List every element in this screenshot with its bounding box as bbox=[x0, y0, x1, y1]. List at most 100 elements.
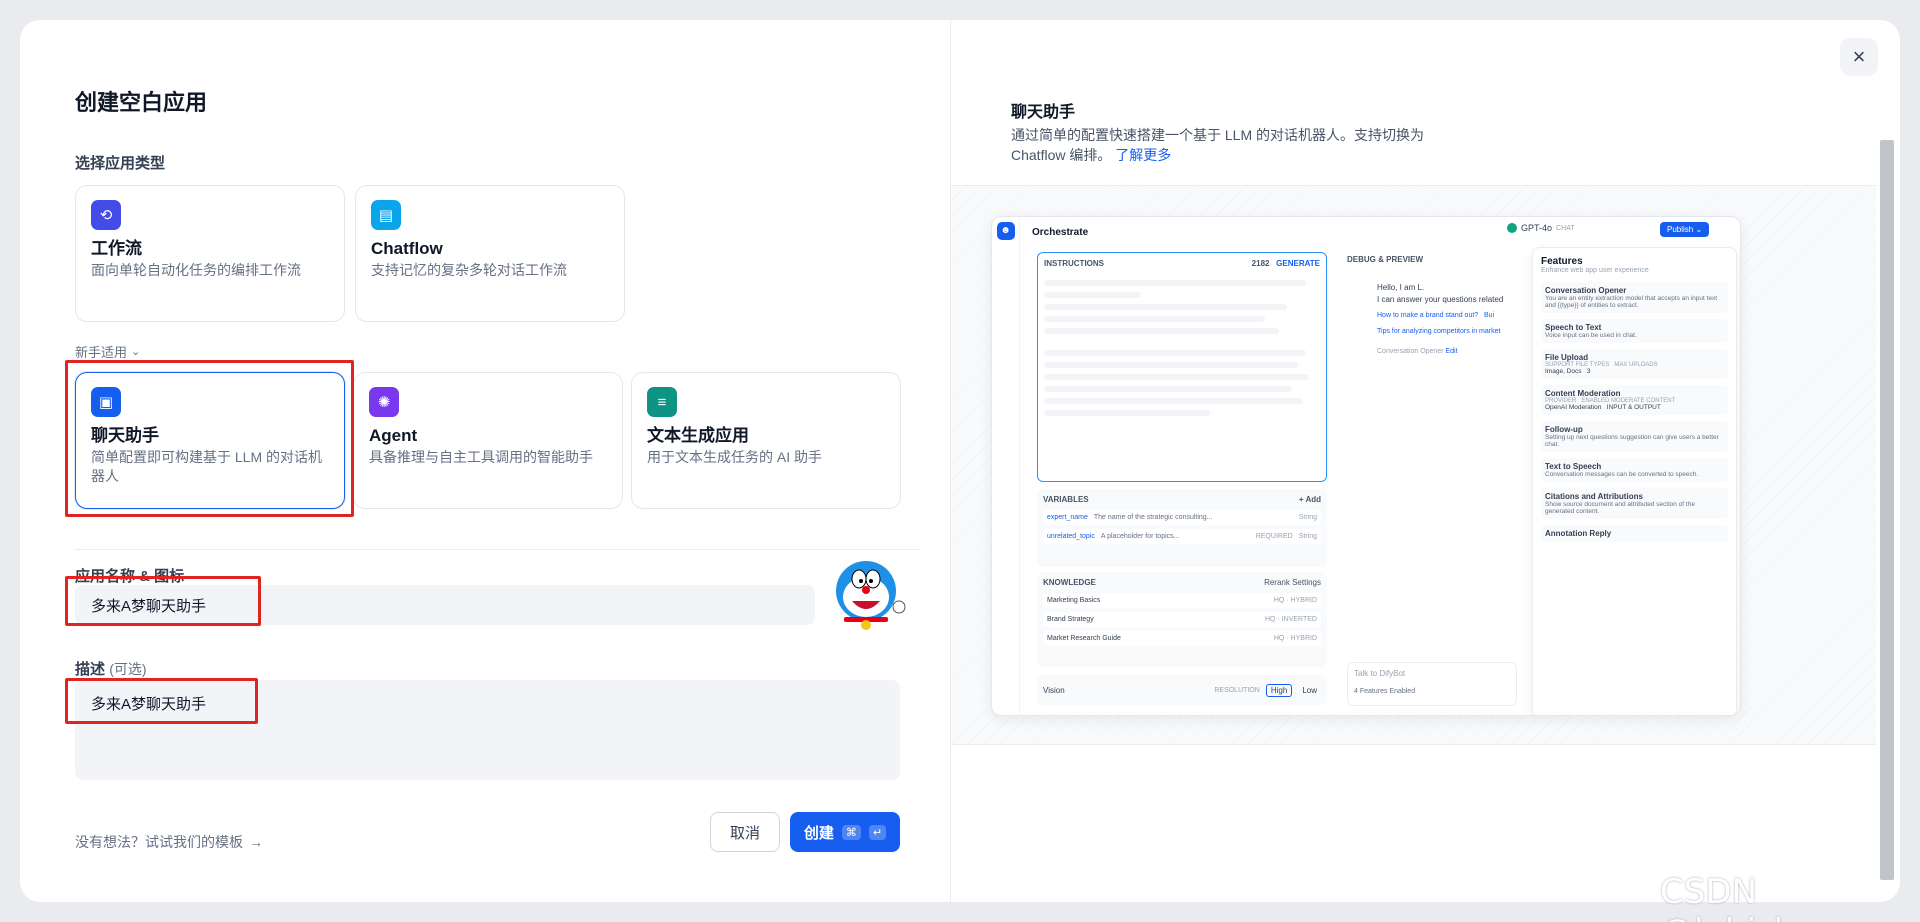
enter-key: ↵ bbox=[868, 824, 887, 840]
app-type-agent-card[interactable]: ✺ Agent 具备推理与自主工具调用的智能助手 bbox=[353, 372, 623, 509]
preview-model-name: GPT-4o bbox=[1521, 223, 1553, 233]
description-value: 多来A梦聊天助手 bbox=[91, 696, 207, 713]
dialog-preview-panel: 聊天助手 通过简单的配置快速搭建一个基于 LLM 的对话机器人。支持切换为 Ch… bbox=[950, 20, 1900, 902]
preview-f7d: Show source document and attributed sect… bbox=[1545, 501, 1695, 515]
app-type-chatbot-card[interactable]: ▣ 聊天助手 简单配置即可构建基于 LLM 的对话机器人 bbox=[75, 372, 345, 509]
preview-var2-req: REQUIRED bbox=[1255, 533, 1293, 540]
preview-count: 2182 bbox=[1251, 259, 1270, 268]
preview-hello: Hello, I am L. bbox=[1377, 283, 1425, 292]
arrow-right-icon: → bbox=[249, 834, 263, 850]
preview-f3c: MAX UPLOADS bbox=[1614, 362, 1658, 368]
dialog-title: 创建空白应用 bbox=[75, 90, 208, 115]
card-name: 工作流 bbox=[91, 239, 142, 258]
preview-f7: Citations and Attributions bbox=[1545, 492, 1643, 501]
preview-variables-label: VARIABLES bbox=[1043, 495, 1089, 504]
card-name: 文本生成应用 bbox=[647, 426, 749, 445]
close-button[interactable]: × bbox=[1840, 38, 1878, 76]
card-name: 聊天助手 bbox=[91, 426, 159, 445]
preview-vision-label: Vision bbox=[1043, 685, 1065, 695]
preview-f2: Speech to Text bbox=[1545, 323, 1602, 332]
cancel-button[interactable]: 取消 bbox=[710, 812, 780, 852]
desc-optional: (可选) bbox=[109, 661, 147, 677]
preview-f3: File Upload bbox=[1545, 353, 1589, 362]
preview-f6: Text to Speech bbox=[1545, 462, 1602, 471]
desc-label: 描述 (可选) bbox=[75, 658, 147, 679]
preview-desc-text: 通过简单的配置快速搭建一个基于 LLM 的对话机器人。支持切换为 Chatflo… bbox=[1011, 127, 1425, 163]
description-textarea[interactable]: 多来A梦聊天助手 bbox=[75, 680, 900, 780]
app-type-workflow-card[interactable]: ⟲ 工作流 面向单轮自动化任务的编排工作流 bbox=[75, 185, 345, 322]
preview-add: + Add bbox=[1298, 495, 1321, 504]
preview-k1: Marketing Basics bbox=[1047, 597, 1101, 604]
preview-chat: Hello, I am L. I can answer your questio… bbox=[1377, 282, 1503, 358]
preview-knowledge-label: KNOWLEDGE bbox=[1043, 578, 1096, 587]
openai-icon bbox=[1507, 223, 1517, 233]
preview-var1: expert_name bbox=[1047, 514, 1088, 521]
preview-f2d: Voice input can be used in chat. bbox=[1545, 332, 1637, 339]
divider bbox=[75, 549, 920, 550]
preview-f5d: Setting up next questions suggestion can… bbox=[1545, 434, 1719, 448]
preview-rail: ☻ bbox=[992, 217, 1020, 715]
card-desc: 支持记忆的复杂多轮对话工作流 bbox=[371, 262, 567, 278]
app-name-value: 多来A梦聊天助手 bbox=[91, 597, 207, 615]
chevron-down-icon: ⌄ bbox=[131, 346, 141, 358]
app-name-input[interactable]: 多来A梦聊天助手 bbox=[75, 585, 815, 625]
learn-more-link[interactable]: 了解更多 bbox=[1115, 147, 1171, 163]
create-button[interactable]: 创建 ⌘ ↵ bbox=[790, 812, 900, 852]
preview-k3-tag: HQ · HYBRID bbox=[1273, 635, 1317, 642]
preview-publish-button: Publish ⌄ bbox=[1660, 222, 1710, 237]
preview-f3b: Image, Docs bbox=[1545, 368, 1582, 375]
preview-desc: 通过简单的配置快速搭建一个基于 LLM 的对话机器人。支持切换为 Chatflo… bbox=[1011, 125, 1481, 165]
preview-f4e: INPUT & OUTPUT bbox=[1606, 404, 1661, 411]
preview-f3e: 3 bbox=[1586, 368, 1591, 375]
preview-high: High bbox=[1265, 683, 1293, 697]
preview-var2-desc: A placeholder for topics... bbox=[1100, 533, 1180, 540]
preview-f8: Annotation Reply bbox=[1545, 529, 1612, 538]
preview-talk: Talk to DifyBot bbox=[1354, 669, 1406, 678]
preview-k1-tag: HQ · HYBRID bbox=[1273, 597, 1317, 604]
bot-icon: ☻ bbox=[996, 222, 1015, 240]
watermark: CSDN @lgbisha bbox=[1660, 872, 1816, 922]
preview-var2-type: String bbox=[1298, 533, 1317, 540]
preview-opener: Conversation Opener bbox=[1377, 348, 1444, 355]
app-avatar[interactable] bbox=[828, 555, 908, 635]
preview-low: Low bbox=[1302, 685, 1317, 695]
preview-title: 聊天助手 bbox=[1011, 104, 1076, 121]
preview-f4: Content Moderation bbox=[1545, 389, 1621, 398]
command-key: ⌘ bbox=[841, 824, 861, 840]
scrollbar[interactable] bbox=[1880, 140, 1894, 880]
preview-var2: unrelated_topic bbox=[1047, 533, 1095, 540]
preview-f1: Conversation Opener bbox=[1545, 286, 1627, 295]
desc-label-text: 描述 bbox=[75, 661, 106, 678]
beginner-label: 新手适用 bbox=[75, 345, 128, 360]
preview-publish-label: Publish bbox=[1667, 225, 1694, 234]
chatflow-icon: ▤ bbox=[371, 200, 401, 230]
preview-vision: Vision RESOLUTION High Low bbox=[1037, 675, 1327, 705]
template-link[interactable]: 没有想法？试试我们的模板 → bbox=[75, 832, 263, 852]
preview-generate: GENERATE bbox=[1276, 259, 1320, 268]
preview-q1b: Bui bbox=[1484, 312, 1495, 319]
preview-image-area: ☻ Orchestrate GPT-4o CHAT Publish ⌄ INST… bbox=[951, 185, 1876, 745]
create-app-dialog: 创建空白应用 选择应用类型 ⟲ 工作流 面向单轮自动化任务的编排工作流 ▤ Ch… bbox=[20, 20, 1900, 902]
beginner-toggle[interactable]: 新手适用 ⌄ bbox=[75, 342, 140, 361]
app-type-label: 选择应用类型 bbox=[75, 155, 166, 172]
preview-variables: VARIABLES + Add expert_name The name of … bbox=[1037, 489, 1327, 567]
preview-rerank: Rerank Settings bbox=[1264, 578, 1321, 587]
preview-hello2: I can answer your questions related bbox=[1377, 295, 1504, 304]
preview-k3: Market Research Guide bbox=[1047, 635, 1121, 642]
preview-var1-type: String bbox=[1298, 514, 1317, 521]
preview-screenshot: ☻ Orchestrate GPT-4o CHAT Publish ⌄ INST… bbox=[991, 216, 1741, 716]
preview-q2: Tips for analyzing competitors in market bbox=[1377, 328, 1501, 335]
app-type-text-generation-card[interactable]: ≡ 文本生成应用 用于文本生成任务的 AI 助手 bbox=[631, 372, 901, 509]
preview-edit: Edit bbox=[1445, 348, 1458, 355]
preview-model: GPT-4o CHAT bbox=[1507, 223, 1575, 233]
cancel-label: 取消 bbox=[729, 824, 760, 842]
template-link-text: 没有想法？试试我们的模板 bbox=[75, 834, 243, 850]
card-name: Chatflow bbox=[371, 239, 443, 258]
chatbot-icon: ▣ bbox=[91, 387, 121, 417]
preview-var1-desc: The name of the strategic consulting... bbox=[1093, 514, 1213, 521]
app-type-chatflow-card[interactable]: ▤ Chatflow 支持记忆的复杂多轮对话工作流 bbox=[355, 185, 625, 322]
preview-f6d: Conversation messages can be converted t… bbox=[1545, 471, 1699, 478]
preview-features-enabled: 4 Features Enabled bbox=[1354, 688, 1416, 695]
name-icon-label: 应用名称 & 图标 bbox=[75, 568, 185, 585]
preview-orchestrate: Orchestrate bbox=[1032, 227, 1089, 238]
